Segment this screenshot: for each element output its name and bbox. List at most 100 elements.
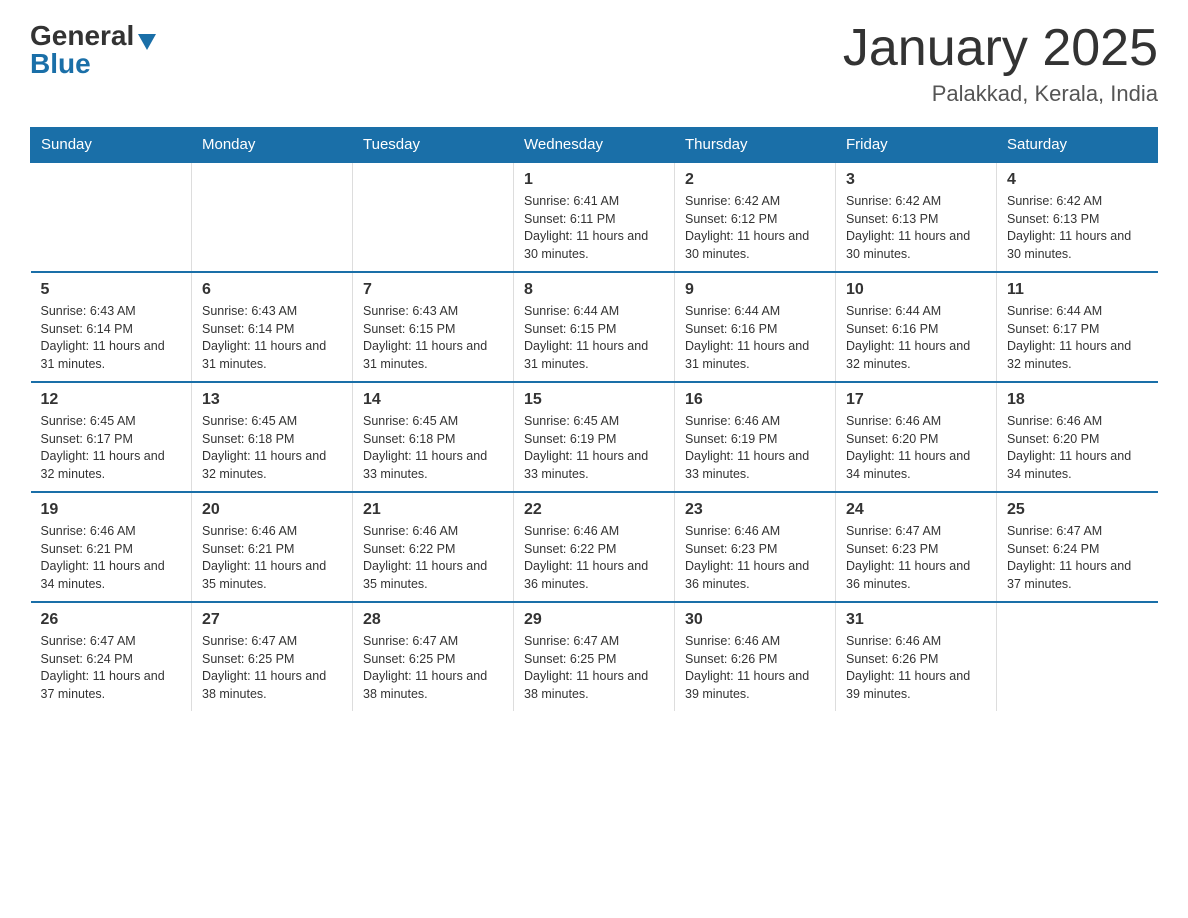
day-info: Sunrise: 6:43 AMSunset: 6:14 PMDaylight:… bbox=[41, 303, 182, 373]
day-info: Sunrise: 6:44 AMSunset: 6:16 PMDaylight:… bbox=[846, 303, 986, 373]
day-info: Sunrise: 6:43 AMSunset: 6:15 PMDaylight:… bbox=[363, 303, 503, 373]
day-number: 2 bbox=[685, 171, 825, 189]
calendar-day-4: 4 Sunrise: 6:42 AMSunset: 6:13 PMDaylight… bbox=[997, 162, 1158, 272]
calendar-title: January 2025 bbox=[843, 20, 1158, 77]
day-number: 30 bbox=[685, 611, 825, 629]
day-number: 8 bbox=[524, 281, 664, 299]
day-number: 3 bbox=[846, 171, 986, 189]
day-info: Sunrise: 6:46 AMSunset: 6:20 PMDaylight:… bbox=[1007, 413, 1148, 483]
day-info: Sunrise: 6:46 AMSunset: 6:19 PMDaylight:… bbox=[685, 413, 825, 483]
day-info: Sunrise: 6:47 AMSunset: 6:25 PMDaylight:… bbox=[202, 633, 342, 703]
day-info: Sunrise: 6:47 AMSunset: 6:24 PMDaylight:… bbox=[1007, 523, 1148, 593]
day-number: 4 bbox=[1007, 171, 1148, 189]
day-info: Sunrise: 6:46 AMSunset: 6:22 PMDaylight:… bbox=[524, 523, 664, 593]
day-info: Sunrise: 6:46 AMSunset: 6:26 PMDaylight:… bbox=[846, 633, 986, 703]
day-info: Sunrise: 6:47 AMSunset: 6:25 PMDaylight:… bbox=[524, 633, 664, 703]
day-info: Sunrise: 6:47 AMSunset: 6:25 PMDaylight:… bbox=[363, 633, 503, 703]
day-number: 18 bbox=[1007, 391, 1148, 409]
calendar-day-19: 19Sunrise: 6:46 AMSunset: 6:21 PMDayligh… bbox=[31, 492, 192, 602]
day-number: 26 bbox=[41, 611, 182, 629]
header-day-wednesday: Wednesday bbox=[514, 128, 675, 163]
logo: General Blue bbox=[30, 20, 158, 80]
day-info: Sunrise: 6:46 AMSunset: 6:23 PMDaylight:… bbox=[685, 523, 825, 593]
calendar-empty-cell bbox=[353, 162, 514, 272]
calendar-day-20: 20 Sunrise: 6:46 AMSunset: 6:21 PMDayligh… bbox=[192, 492, 353, 602]
day-info: Sunrise: 6:42 AMSunset: 6:13 PMDaylight:… bbox=[1007, 193, 1148, 263]
day-info: Sunrise: 6:44 AMSunset: 6:16 PMDaylight:… bbox=[685, 303, 825, 373]
calendar-day-8: 8 Sunrise: 6:44 AMSunset: 6:15 PMDaylight… bbox=[514, 272, 675, 382]
day-number: 29 bbox=[524, 611, 664, 629]
day-info: Sunrise: 6:45 AMSunset: 6:19 PMDaylight:… bbox=[524, 413, 664, 483]
calendar-day-13: 13Sunrise: 6:45 AMSunset: 6:18 PMDayligh… bbox=[192, 382, 353, 492]
day-number: 25 bbox=[1007, 501, 1148, 519]
day-info: Sunrise: 6:46 AMSunset: 6:21 PMDaylight:… bbox=[41, 523, 182, 593]
calendar-day-15: 15 Sunrise: 6:45 AMSunset: 6:19 PMDayligh… bbox=[514, 382, 675, 492]
day-info: Sunrise: 6:42 AMSunset: 6:12 PMDaylight:… bbox=[685, 193, 825, 263]
calendar-week-row: 12Sunrise: 6:45 AMSunset: 6:17 PMDayligh… bbox=[31, 382, 1158, 492]
calendar-day-30: 30 Sunrise: 6:46 AMSunset: 6:26 PMDayligh… bbox=[675, 602, 836, 711]
day-number: 22 bbox=[524, 501, 664, 519]
day-number: 11 bbox=[1007, 281, 1148, 299]
calendar-day-25: 25 Sunrise: 6:47 AMSunset: 6:24 PMDayligh… bbox=[997, 492, 1158, 602]
day-number: 6 bbox=[202, 281, 342, 299]
day-info: Sunrise: 6:46 AMSunset: 6:21 PMDaylight:… bbox=[202, 523, 342, 593]
logo-blue-text: Blue bbox=[30, 48, 158, 80]
calendar-day-31: 31 Sunrise: 6:46 AMSunset: 6:26 PMDayligh… bbox=[836, 602, 997, 711]
calendar-day-7: 7 Sunrise: 6:43 AMSunset: 6:15 PMDaylight… bbox=[353, 272, 514, 382]
day-number: 9 bbox=[685, 281, 825, 299]
calendar-day-28: 28 Sunrise: 6:47 AMSunset: 6:25 PMDayligh… bbox=[353, 602, 514, 711]
calendar-day-23: 23 Sunrise: 6:46 AMSunset: 6:23 PMDayligh… bbox=[675, 492, 836, 602]
page-header: General Blue January 2025 Palakkad, Kera… bbox=[30, 20, 1158, 107]
day-number: 7 bbox=[363, 281, 503, 299]
calendar-day-27: 27Sunrise: 6:47 AMSunset: 6:25 PMDayligh… bbox=[192, 602, 353, 711]
day-number: 10 bbox=[846, 281, 986, 299]
day-info: Sunrise: 6:46 AMSunset: 6:22 PMDaylight:… bbox=[363, 523, 503, 593]
header-day-monday: Monday bbox=[192, 128, 353, 163]
day-number: 20 bbox=[202, 501, 342, 519]
calendar-week-row: 26 Sunrise: 6:47 AMSunset: 6:24 PMDayligh… bbox=[31, 602, 1158, 711]
day-number: 5 bbox=[41, 281, 182, 299]
day-info: Sunrise: 6:45 AMSunset: 6:18 PMDaylight:… bbox=[363, 413, 503, 483]
calendar-subtitle: Palakkad, Kerala, India bbox=[843, 81, 1158, 107]
day-number: 28 bbox=[363, 611, 503, 629]
day-info: Sunrise: 6:44 AMSunset: 6:15 PMDaylight:… bbox=[524, 303, 664, 373]
day-number: 1 bbox=[524, 171, 664, 189]
calendar-week-row: 19Sunrise: 6:46 AMSunset: 6:21 PMDayligh… bbox=[31, 492, 1158, 602]
day-number: 31 bbox=[846, 611, 986, 629]
calendar-day-12: 12Sunrise: 6:45 AMSunset: 6:17 PMDayligh… bbox=[31, 382, 192, 492]
calendar-empty-cell bbox=[997, 602, 1158, 711]
calendar-day-2: 2 Sunrise: 6:42 AMSunset: 6:12 PMDaylight… bbox=[675, 162, 836, 272]
calendar-day-1: 1 Sunrise: 6:41 AMSunset: 6:11 PMDaylight… bbox=[514, 162, 675, 272]
calendar-header-row: SundayMondayTuesdayWednesdayThursdayFrid… bbox=[31, 128, 1158, 163]
title-section: January 2025 Palakkad, Kerala, India bbox=[843, 20, 1158, 107]
calendar-day-3: 3 Sunrise: 6:42 AMSunset: 6:13 PMDaylight… bbox=[836, 162, 997, 272]
calendar-day-5: 5 Sunrise: 6:43 AMSunset: 6:14 PMDaylight… bbox=[31, 272, 192, 382]
calendar-day-17: 17 Sunrise: 6:46 AMSunset: 6:20 PMDayligh… bbox=[836, 382, 997, 492]
day-info: Sunrise: 6:43 AMSunset: 6:14 PMDaylight:… bbox=[202, 303, 342, 373]
calendar-empty-cell bbox=[192, 162, 353, 272]
calendar-day-26: 26 Sunrise: 6:47 AMSunset: 6:24 PMDayligh… bbox=[31, 602, 192, 711]
day-info: Sunrise: 6:44 AMSunset: 6:17 PMDaylight:… bbox=[1007, 303, 1148, 373]
calendar-day-16: 16Sunrise: 6:46 AMSunset: 6:19 PMDayligh… bbox=[675, 382, 836, 492]
day-number: 15 bbox=[524, 391, 664, 409]
header-day-friday: Friday bbox=[836, 128, 997, 163]
day-info: Sunrise: 6:46 AMSunset: 6:26 PMDaylight:… bbox=[685, 633, 825, 703]
calendar-day-14: 14 Sunrise: 6:45 AMSunset: 6:18 PMDayligh… bbox=[353, 382, 514, 492]
calendar-day-11: 11 Sunrise: 6:44 AMSunset: 6:17 PMDayligh… bbox=[997, 272, 1158, 382]
day-info: Sunrise: 6:41 AMSunset: 6:11 PMDaylight:… bbox=[524, 193, 664, 263]
day-info: Sunrise: 6:47 AMSunset: 6:24 PMDaylight:… bbox=[41, 633, 182, 703]
day-number: 23 bbox=[685, 501, 825, 519]
day-info: Sunrise: 6:45 AMSunset: 6:18 PMDaylight:… bbox=[202, 413, 342, 483]
header-day-sunday: Sunday bbox=[31, 128, 192, 163]
day-number: 24 bbox=[846, 501, 986, 519]
calendar-week-row: 1 Sunrise: 6:41 AMSunset: 6:11 PMDaylight… bbox=[31, 162, 1158, 272]
calendar-day-29: 29 Sunrise: 6:47 AMSunset: 6:25 PMDayligh… bbox=[514, 602, 675, 711]
calendar-empty-cell bbox=[31, 162, 192, 272]
day-info: Sunrise: 6:46 AMSunset: 6:20 PMDaylight:… bbox=[846, 413, 986, 483]
day-number: 14 bbox=[363, 391, 503, 409]
calendar-day-24: 24Sunrise: 6:47 AMSunset: 6:23 PMDayligh… bbox=[836, 492, 997, 602]
day-info: Sunrise: 6:42 AMSunset: 6:13 PMDaylight:… bbox=[846, 193, 986, 263]
day-number: 17 bbox=[846, 391, 986, 409]
day-number: 12 bbox=[41, 391, 182, 409]
calendar-day-18: 18 Sunrise: 6:46 AMSunset: 6:20 PMDayligh… bbox=[997, 382, 1158, 492]
